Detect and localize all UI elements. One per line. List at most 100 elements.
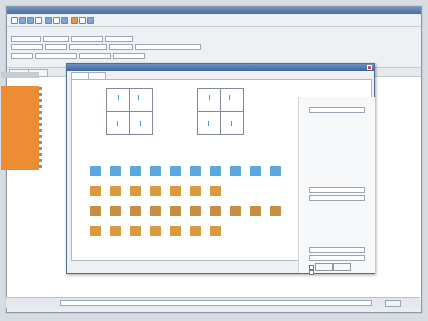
symbol[interactable] <box>130 166 141 176</box>
field-13[interactable] <box>113 53 145 59</box>
symbol[interactable] <box>210 166 221 176</box>
cancel-button[interactable] <box>333 263 351 271</box>
blank-icon[interactable] <box>11 17 18 24</box>
thumb-7[interactable] <box>197 111 221 135</box>
symbol[interactable] <box>110 226 121 236</box>
row-icon <box>39 93 42 96</box>
symbol[interactable] <box>230 166 241 176</box>
field-2[interactable] <box>43 36 69 42</box>
symbol[interactable] <box>90 206 101 216</box>
hinge-icon <box>208 121 209 126</box>
row-icon <box>39 153 42 156</box>
thumb-4[interactable] <box>129 111 153 135</box>
symbol-panel <box>71 79 375 275</box>
property-field[interactable] <box>309 107 365 113</box>
symbol[interactable] <box>210 186 221 196</box>
symbol[interactable] <box>190 186 201 196</box>
symbol[interactable] <box>90 186 101 196</box>
dialog-title-bar <box>67 64 374 71</box>
symbol[interactable] <box>270 206 281 216</box>
field-1[interactable] <box>11 36 41 42</box>
symbol[interactable] <box>150 166 161 176</box>
field-5[interactable] <box>11 44 43 50</box>
thumb-3[interactable] <box>106 111 130 135</box>
paste-icon[interactable] <box>61 17 68 24</box>
thumb-6[interactable] <box>220 88 244 112</box>
toolbar <box>7 15 421 27</box>
symbol[interactable] <box>130 226 141 236</box>
grid-row[interactable] <box>1 164 39 170</box>
open-icon[interactable] <box>19 17 26 24</box>
symbol[interactable] <box>210 206 221 216</box>
redo-icon[interactable] <box>79 17 86 24</box>
help-icon[interactable] <box>87 17 94 24</box>
row-icon <box>39 87 42 90</box>
symbol[interactable] <box>150 206 161 216</box>
symbol[interactable] <box>170 166 181 176</box>
save-icon[interactable] <box>27 17 34 24</box>
field-7[interactable] <box>69 44 107 50</box>
field-6[interactable] <box>45 44 67 50</box>
symbol[interactable] <box>250 206 261 216</box>
symbol[interactable] <box>190 226 201 236</box>
copy-icon[interactable] <box>53 17 60 24</box>
symbol[interactable] <box>170 186 181 196</box>
hinge-icon <box>209 95 210 100</box>
ok-button[interactable] <box>315 263 333 271</box>
undo-icon[interactable] <box>71 17 78 24</box>
property-field[interactable] <box>309 195 365 201</box>
field-12[interactable] <box>79 53 111 59</box>
field-10[interactable] <box>11 53 33 59</box>
symbol[interactable] <box>190 206 201 216</box>
symbol[interactable] <box>110 206 121 216</box>
property-field[interactable] <box>309 247 365 253</box>
symbol[interactable] <box>130 206 141 216</box>
thumb-5[interactable] <box>197 88 221 112</box>
field-9[interactable] <box>135 44 201 50</box>
thumb-8[interactable] <box>220 111 244 135</box>
field-3[interactable] <box>71 36 103 42</box>
row-icon <box>39 135 42 138</box>
symbol[interactable] <box>150 226 161 236</box>
row-icon <box>39 111 42 114</box>
symbol[interactable] <box>90 166 101 176</box>
header-form <box>7 27 421 68</box>
row-icon <box>39 129 42 132</box>
row-icon <box>39 165 42 168</box>
cut-icon[interactable] <box>45 17 52 24</box>
row-icon <box>39 159 42 162</box>
title-bar <box>7 7 421 14</box>
row-icon <box>39 123 42 126</box>
symbol[interactable] <box>170 206 181 216</box>
symbol[interactable] <box>270 166 281 176</box>
thumb-1[interactable] <box>106 88 130 112</box>
symbol[interactable] <box>170 226 181 236</box>
field-11[interactable] <box>35 53 77 59</box>
symbol[interactable] <box>190 166 201 176</box>
row-icon <box>39 99 42 102</box>
symbol[interactable] <box>250 166 261 176</box>
close-icon[interactable] <box>367 65 372 70</box>
symbol[interactable] <box>110 186 121 196</box>
option-checkbox[interactable] <box>309 270 314 275</box>
print-icon[interactable] <box>35 17 42 24</box>
symbol[interactable] <box>230 206 241 216</box>
row-icon <box>39 141 42 144</box>
field-4[interactable] <box>105 36 133 42</box>
progress-bar <box>60 300 372 306</box>
status-button[interactable] <box>385 300 401 307</box>
symbol[interactable] <box>110 166 121 176</box>
property-field[interactable] <box>309 187 365 193</box>
row-icon <box>39 147 42 150</box>
symbol[interactable] <box>210 226 221 236</box>
field-8[interactable] <box>109 44 133 50</box>
symbol[interactable] <box>90 226 101 236</box>
hinge-icon <box>138 95 139 100</box>
symbol[interactable] <box>150 186 161 196</box>
thumb-2[interactable] <box>129 88 153 112</box>
symbol[interactable] <box>130 186 141 196</box>
hinge-icon <box>140 121 141 126</box>
property-field[interactable] <box>309 255 365 261</box>
hinge-icon <box>229 95 230 100</box>
hinge-icon <box>117 121 118 126</box>
